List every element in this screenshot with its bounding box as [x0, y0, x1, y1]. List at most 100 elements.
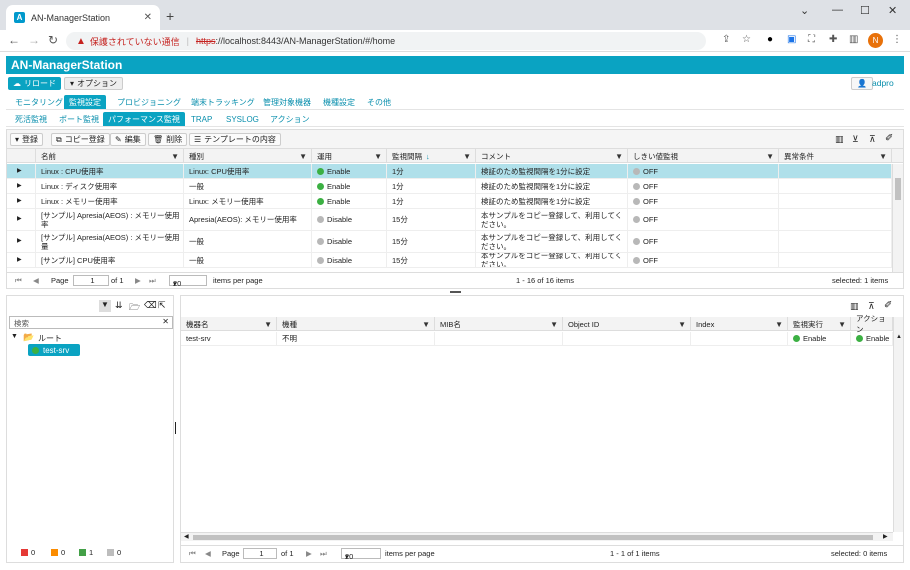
export-icon[interactable]: ⇱ [158, 300, 166, 311]
columns-icon[interactable]: ▥ [850, 301, 859, 312]
table-row[interactable]: ▶ [サンプル] Apresia(AEOS) : メモリー使用率 Apresia(A… [7, 209, 892, 231]
columns-icon[interactable]: ▥ [835, 134, 844, 145]
detail-hscrollbar[interactable]: ◀ ▶ [181, 532, 893, 541]
expand-row-icon[interactable]: ▶ [7, 231, 36, 252]
delete-button[interactable]: 🗑 削除 [148, 133, 188, 146]
grid-scrollbar[interactable] [892, 164, 903, 272]
filter-icon[interactable]: ▼ [775, 320, 783, 329]
col-interval[interactable]: 監視間隔 ↓ ▼ [387, 149, 476, 163]
scrollbar-thumb[interactable] [895, 178, 901, 200]
new-tab-icon[interactable]: + [166, 8, 174, 24]
hscroll-thumb[interactable] [193, 535, 873, 540]
prev-page-icon[interactable]: ◀ [205, 549, 211, 558]
tab-other[interactable]: その他 [362, 95, 396, 109]
tab-managed-devices[interactable]: 管理対象機器 [258, 95, 316, 109]
prev-page-icon[interactable]: ◀ [33, 276, 39, 285]
expand-row-icon[interactable]: ▶ [7, 209, 36, 230]
filter-off-icon[interactable]: ⊼ [868, 301, 875, 312]
scroll-right-icon[interactable]: ▶ [883, 533, 888, 540]
table-row[interactable]: ▶ [サンプル] CPU使用率 一般 Disable 15分 本サンプルをコピー登録して、… [7, 253, 892, 268]
tab-port-monitoring[interactable]: ポート監視 [54, 112, 104, 126]
filter-icon[interactable]: ▼ [99, 300, 111, 312]
tab-alive-monitoring[interactable]: 死活監視 [10, 112, 52, 126]
chevron-down-icon[interactable]: ⌄ [800, 4, 809, 17]
filter-icon[interactable]: ▼ [374, 152, 382, 161]
browser-tab[interactable]: A AN-ManagerStation ✕ [6, 5, 160, 30]
table-row[interactable]: ▶ [サンプル] Apresia(AEOS) : メモリー使用量 一般 Disable… [7, 231, 892, 253]
scroll-left-icon[interactable]: ◀ [184, 533, 189, 540]
edit-button[interactable]: ✎ 編集 [110, 133, 146, 146]
expand-row-icon[interactable]: ▶ [7, 253, 36, 267]
last-page-icon[interactable]: ⏭ [149, 276, 156, 286]
clear-search-icon[interactable]: ✕ [162, 317, 169, 326]
extension-icon[interactable]: ● [767, 34, 773, 45]
scroll-up-icon[interactable]: ▲ [896, 334, 902, 340]
filter-icon[interactable]: ▼ [463, 152, 471, 161]
filter-icon[interactable]: ▼ [766, 152, 774, 161]
expand-row-icon[interactable]: ▶ [7, 179, 36, 193]
refresh-icon[interactable]: ↻ [48, 33, 58, 47]
col-condition[interactable]: 異常条件 ▼ [779, 149, 892, 163]
broom-icon[interactable]: ✐ [885, 133, 893, 144]
next-page-icon[interactable]: ▶ [135, 276, 141, 285]
collapse-all-icon[interactable]: ⇊ [115, 300, 123, 311]
filter-icon[interactable]: ▼ [299, 152, 307, 161]
tab-monitoring[interactable]: モニタリング [10, 95, 68, 109]
maximize-icon[interactable]: ☐ [860, 4, 870, 17]
first-page-icon[interactable]: ⏮ [15, 276, 22, 286]
col-oid[interactable]: Object ID ▼ [563, 317, 691, 331]
col-threshold[interactable]: しきい値監視 ▼ [628, 149, 779, 163]
tab-trap[interactable]: TRAP [186, 112, 217, 126]
tab-monitor-settings[interactable]: 監視設定 [64, 95, 106, 109]
filter-icon[interactable]: ▼ [422, 320, 430, 329]
per-page-select[interactable]: 20 ▾ [169, 275, 207, 288]
tree-expand-icon[interactable]: ▼ [11, 333, 18, 340]
window-close-icon[interactable]: ✕ [888, 4, 897, 17]
profile-avatar[interactable]: N [868, 33, 883, 48]
tree-root-label[interactable]: ルート [38, 333, 62, 344]
clear-filter-icon[interactable]: ⊻ [852, 134, 859, 145]
folder-open-icon[interactable]: 🗁 [129, 300, 140, 316]
expand-row-icon[interactable]: ▶ [7, 164, 36, 178]
tree-search-input[interactable]: 検索 ✕ [9, 316, 173, 329]
page-input[interactable]: 1 [73, 275, 109, 286]
tab-model-settings[interactable]: 機種設定 [318, 95, 360, 109]
options-button[interactable]: ▾ オプション [64, 77, 124, 90]
puzzle-icon[interactable]: ✚ [829, 34, 837, 45]
minimize-icon[interactable]: — [832, 4, 843, 16]
table-row[interactable]: test-srv 不明 Enable Enable [181, 332, 893, 346]
tab-provisioning[interactable]: プロビジョニング [112, 95, 186, 109]
share-icon[interactable]: ⇪ [722, 34, 730, 45]
next-page-icon[interactable]: ▶ [306, 549, 312, 558]
bookmark-star-icon[interactable]: ☆ [742, 34, 751, 45]
splitter-handle[interactable] [450, 291, 461, 293]
tab-syslog[interactable]: SYSLOG [221, 112, 264, 126]
col-mib[interactable]: MIB名 ▼ [435, 317, 563, 331]
template-button[interactable]: ☰ テンプレートの内容 [189, 133, 281, 146]
filter-icon[interactable]: ▼ [615, 152, 623, 161]
user-button[interactable]: 👤 [851, 77, 873, 90]
col-index[interactable]: Index ▼ [691, 317, 788, 331]
per-page-select[interactable]: 20 ▾ [341, 548, 381, 561]
tab-performance-monitoring[interactable]: パフォーマンス監視 [103, 112, 185, 126]
filter-icon[interactable]: ▼ [171, 152, 179, 161]
filter-icon[interactable]: ▼ [550, 320, 558, 329]
sidepanel-icon[interactable]: ▥ [849, 34, 858, 45]
col-model[interactable]: 機種 ▼ [277, 317, 435, 331]
tree-node-test-srv[interactable]: test-srv [28, 344, 80, 356]
col-name[interactable]: 名前 ▼ [36, 149, 184, 163]
filter-icon[interactable]: ▼ [678, 320, 686, 329]
back-icon[interactable]: ← [8, 33, 20, 47]
col-comment[interactable]: コメント ▼ [476, 149, 628, 163]
table-row[interactable]: ▶ Linux : ディスク使用率 一般 Enable 1分 検証のため監視間隔を1分に設… [7, 179, 892, 194]
filter-icon[interactable]: ▼ [838, 320, 846, 329]
col-exec[interactable]: 監視実行 ▼ [788, 317, 851, 331]
tab-terminal-tracking[interactable]: 端末トラッキング [186, 95, 260, 109]
page-input[interactable]: 1 [243, 548, 277, 559]
detail-scrollbar[interactable]: ▲ [893, 317, 903, 532]
col-device[interactable]: 機器名 ▼ [181, 317, 277, 331]
tab-action[interactable]: アクション [265, 112, 315, 126]
col-operation[interactable]: 運用 ▼ [312, 149, 387, 163]
table-row[interactable]: ▶ Linux : メモリー使用率 Linux: メモリー使用率 Enable 1分 検証… [7, 194, 892, 209]
filter-icon[interactable]: ▼ [879, 152, 887, 161]
